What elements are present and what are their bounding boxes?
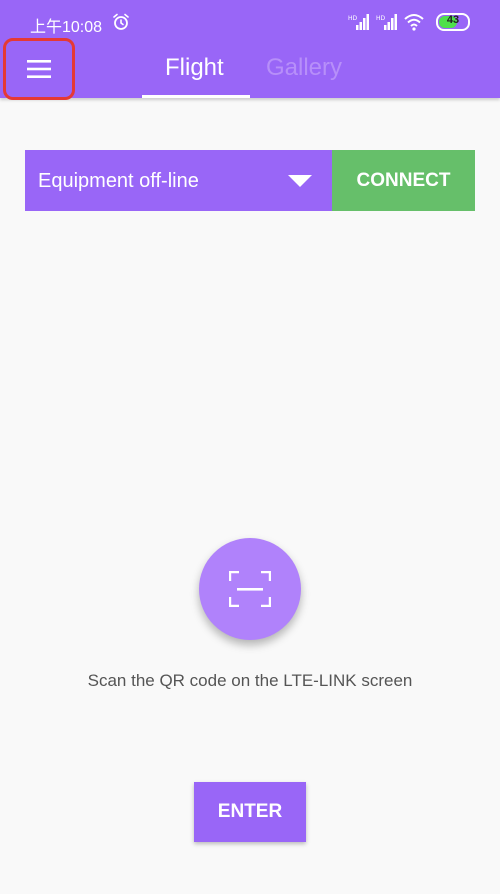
scan-hint-text: Scan the QR code on the LTE-LINK screen xyxy=(87,671,413,690)
enter-button[interactable]: ENTER xyxy=(194,782,306,842)
scan-qr-icon xyxy=(229,571,271,607)
tab-gallery[interactable]: Gallery xyxy=(266,54,342,82)
tab-flight[interactable]: Flight xyxy=(165,54,224,82)
menu-button[interactable] xyxy=(3,38,75,100)
scan-qr-button[interactable] xyxy=(199,538,301,640)
device-status-label: Equipment off-line xyxy=(38,170,199,192)
hamburger-menu-icon xyxy=(27,60,51,78)
alarm-icon xyxy=(113,13,129,30)
battery-icon: 43 xyxy=(436,13,470,31)
signal-hd-icon: HD xyxy=(376,14,397,30)
app-bar: 上午10:08 HD HD 43 Flight Gallery xyxy=(0,0,500,100)
status-bar: 上午10:08 HD HD 43 xyxy=(0,0,500,44)
dropdown-arrow-icon xyxy=(288,175,312,187)
connect-button[interactable]: CONNECT xyxy=(332,150,475,211)
svg-text:HD: HD xyxy=(348,15,358,22)
device-status-dropdown[interactable]: Equipment off-line xyxy=(25,150,332,211)
status-time: 上午10:08 xyxy=(30,19,103,36)
status-icons: HD HD 43 xyxy=(348,12,470,32)
battery-level: 43 xyxy=(446,14,460,26)
signal-hd-icon: HD xyxy=(348,14,369,30)
wifi-icon xyxy=(404,14,424,31)
tab-indicator xyxy=(142,95,250,98)
svg-text:HD: HD xyxy=(376,15,386,22)
